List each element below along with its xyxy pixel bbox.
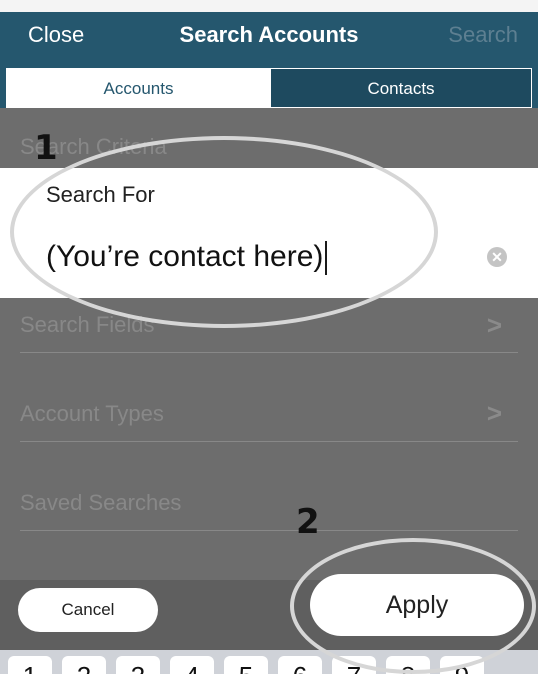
divider <box>20 352 518 353</box>
search-for-label: Search For <box>46 182 155 207</box>
search-input-value: (You’re contact here) <box>46 240 324 273</box>
status-strip <box>0 0 538 12</box>
key-9[interactable]: 9 <box>440 656 484 674</box>
tab-accounts[interactable]: Accounts <box>6 68 271 108</box>
account-types-row[interactable]: Account Types <box>20 401 164 427</box>
search-fields-row[interactable]: Search Fields <box>20 312 155 338</box>
cancel-button[interactable]: Cancel <box>18 588 158 632</box>
annotation-marker-1: 1 <box>34 128 58 168</box>
key-3[interactable]: 3 <box>116 656 160 674</box>
saved-searches-row[interactable]: Saved Searches <box>20 490 181 516</box>
key-5[interactable]: 5 <box>224 656 268 674</box>
key-4[interactable]: 4 <box>170 656 214 674</box>
clear-icon[interactable]: ✕ <box>487 247 507 267</box>
text-caret <box>325 241 328 276</box>
key-8[interactable]: 8 <box>386 656 430 674</box>
segmented-control: Accounts Contacts <box>0 68 538 108</box>
chevron-right-icon: > <box>486 310 502 340</box>
nav-bar: Close Search Accounts Search <box>0 12 538 68</box>
divider <box>20 441 518 442</box>
search-input[interactable]: (You’re contact here) <box>46 240 328 276</box>
annotation-marker-2: 2 <box>296 502 320 542</box>
search-for-panel: Search For (You’re contact here) ✕ <box>0 168 538 298</box>
key-1[interactable]: 1 <box>8 656 52 674</box>
key-7[interactable]: 7 <box>332 656 376 674</box>
search-button[interactable]: Search <box>448 22 518 48</box>
key-6[interactable]: 6 <box>278 656 322 674</box>
keyboard: 1 2 3 4 5 6 7 8 9 <box>0 650 538 674</box>
tab-contacts[interactable]: Contacts <box>271 68 532 108</box>
key-2[interactable]: 2 <box>62 656 106 674</box>
divider <box>20 530 518 531</box>
apply-button[interactable]: Apply <box>310 574 524 636</box>
chevron-right-icon: > <box>486 398 502 428</box>
